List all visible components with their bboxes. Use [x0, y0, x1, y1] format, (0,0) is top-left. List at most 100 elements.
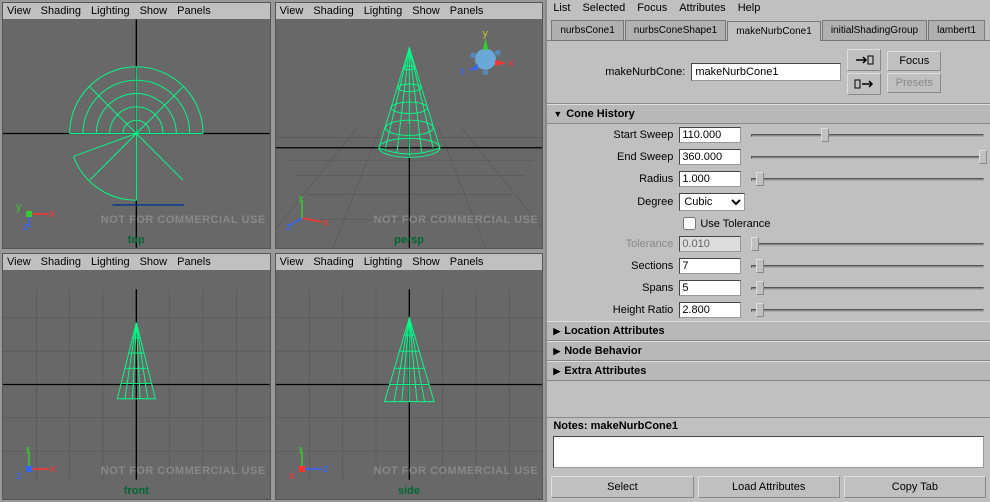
section-location-attributes[interactable]: ▶ Location Attributes: [547, 321, 990, 341]
start-sweep-field[interactable]: [679, 127, 741, 143]
menu-attributes[interactable]: Attributes: [679, 2, 725, 14]
menu-show[interactable]: Show: [140, 5, 168, 17]
svg-text:z: z: [23, 221, 29, 230]
radius-field[interactable]: [679, 171, 741, 187]
viewport-label: persp: [394, 234, 424, 246]
end-sweep-slider[interactable]: [751, 150, 984, 164]
axis-gizmo: x y z: [286, 196, 328, 230]
section-label: Node Behavior: [564, 345, 642, 357]
svg-text:y: y: [16, 201, 22, 213]
viewport-front[interactable]: View Shading Lighting Show Panels: [2, 253, 271, 500]
menu-lighting[interactable]: Lighting: [91, 256, 130, 268]
section-node-behavior[interactable]: ▶ Node Behavior: [547, 341, 990, 361]
menu-show[interactable]: Show: [140, 256, 168, 268]
arrow-in-icon: [854, 55, 874, 65]
menu-focus[interactable]: Focus: [637, 2, 667, 14]
section-extra-attributes[interactable]: ▶ Extra Attributes: [547, 361, 990, 381]
sections-slider[interactable]: [751, 259, 984, 273]
node-type-label: makeNurbCone:: [555, 66, 685, 78]
viewport-canvas-persp[interactable]: y x z x y z NOT FOR COMMERCIAL USE persp: [276, 19, 543, 248]
end-sweep-field[interactable]: [679, 149, 741, 165]
tolerance-slider: [751, 237, 984, 251]
svg-text:z: z: [16, 470, 22, 481]
use-tolerance-checkbox[interactable]: [683, 217, 696, 230]
menu-shading[interactable]: Shading: [41, 5, 81, 17]
attr-label: End Sweep: [553, 151, 673, 163]
attr-label: Sections: [553, 260, 673, 272]
go-in-button[interactable]: [847, 49, 881, 71]
menu-lighting[interactable]: Lighting: [91, 5, 130, 17]
menu-panels[interactable]: Panels: [177, 256, 211, 268]
menu-panels[interactable]: Panels: [450, 256, 484, 268]
height-ratio-slider[interactable]: [751, 303, 984, 317]
sections-field[interactable]: [679, 258, 741, 274]
menu-show[interactable]: Show: [412, 5, 440, 17]
tab-nurbscone1[interactable]: nurbsCone1: [551, 20, 623, 40]
attribute-editor: List Selected Focus Attributes Help nurb…: [545, 0, 990, 502]
copy-tab-button[interactable]: Copy Tab: [844, 476, 986, 498]
spans-field[interactable]: [679, 280, 741, 296]
svg-text:y: y: [25, 447, 31, 454]
viewport-canvas-top[interactable]: x z y NOT FOR COMMERCIAL USE top: [3, 19, 270, 248]
tab-nurbsconeshape1[interactable]: nurbsConeShape1: [625, 20, 726, 40]
menu-panels[interactable]: Panels: [450, 5, 484, 17]
section-label: Extra Attributes: [564, 365, 646, 377]
viewport-canvas-front[interactable]: x y z NOT FOR COMMERCIAL USE front: [3, 270, 270, 499]
viewport-canvas-side[interactable]: z y x NOT FOR COMMERCIAL USE side: [276, 270, 543, 499]
node-name-field[interactable]: [691, 63, 841, 81]
tab-initialshadinggroup[interactable]: initialShadingGroup: [822, 20, 927, 40]
viewport-grid: View Shading Lighting Show Panels: [0, 0, 545, 502]
disclosure-closed-icon: ▶: [553, 326, 560, 337]
attr-use-tolerance: Use Tolerance: [547, 214, 990, 233]
degree-select[interactable]: Cubic: [679, 193, 745, 211]
svg-text:z: z: [459, 66, 464, 77]
presets-button[interactable]: Presets: [887, 73, 941, 93]
menu-view[interactable]: View: [280, 256, 304, 268]
menu-shading[interactable]: Shading: [313, 5, 353, 17]
viewport-top[interactable]: View Shading Lighting Show Panels: [2, 2, 271, 249]
viewport-persp[interactable]: View Shading Lighting Show Panels: [275, 2, 544, 249]
section-cone-history[interactable]: ▼ Cone History: [547, 104, 990, 124]
attr-spans: Spans: [547, 277, 990, 299]
viewport-label: front: [124, 485, 149, 497]
svg-text:y: y: [298, 196, 304, 203]
focus-button[interactable]: Focus: [887, 51, 941, 71]
menu-show[interactable]: Show: [412, 256, 440, 268]
load-attributes-button[interactable]: Load Attributes: [698, 476, 840, 498]
attr-tolerance: Tolerance: [547, 233, 990, 255]
disclosure-open-icon: ▼: [553, 109, 562, 119]
menu-view[interactable]: View: [7, 5, 31, 17]
radius-slider[interactable]: [751, 172, 984, 186]
start-sweep-slider[interactable]: [751, 128, 984, 142]
menu-shading[interactable]: Shading: [313, 256, 353, 268]
section-label: Location Attributes: [564, 325, 664, 337]
viewport-menu: View Shading Lighting Show Panels: [3, 254, 270, 270]
viewport-side[interactable]: View Shading Lighting Show Panels: [275, 253, 544, 500]
tab-makenurbcone1[interactable]: makeNurbCone1: [727, 21, 821, 41]
notes-textarea[interactable]: [553, 436, 984, 468]
menu-view[interactable]: View: [280, 5, 304, 17]
menu-list[interactable]: List: [553, 2, 570, 14]
svg-text:x: x: [50, 208, 55, 220]
height-ratio-field[interactable]: [679, 302, 741, 318]
tab-lambert1[interactable]: lambert1: [928, 20, 985, 40]
menu-view[interactable]: View: [7, 256, 31, 268]
attr-degree: Degree Cubic: [547, 190, 990, 214]
attr-label: Tolerance: [553, 238, 673, 250]
attr-label: Radius: [553, 173, 673, 185]
menu-help[interactable]: Help: [738, 2, 761, 14]
attr-label: Spans: [553, 282, 673, 294]
select-button[interactable]: Select: [551, 476, 693, 498]
menu-lighting[interactable]: Lighting: [364, 256, 403, 268]
axis-gizmo: x y z: [13, 447, 55, 481]
go-out-button[interactable]: [847, 73, 881, 95]
menu-shading[interactable]: Shading: [41, 256, 81, 268]
menu-lighting[interactable]: Lighting: [364, 5, 403, 17]
menu-selected[interactable]: Selected: [582, 2, 625, 14]
menu-panels[interactable]: Panels: [177, 5, 211, 17]
spans-slider[interactable]: [751, 281, 984, 295]
attr-sections: Sections: [547, 255, 990, 277]
attr-start-sweep: Start Sweep: [547, 124, 990, 146]
viewport-menu: View Shading Lighting Show Panels: [276, 3, 543, 19]
attr-end-sweep: End Sweep: [547, 146, 990, 168]
